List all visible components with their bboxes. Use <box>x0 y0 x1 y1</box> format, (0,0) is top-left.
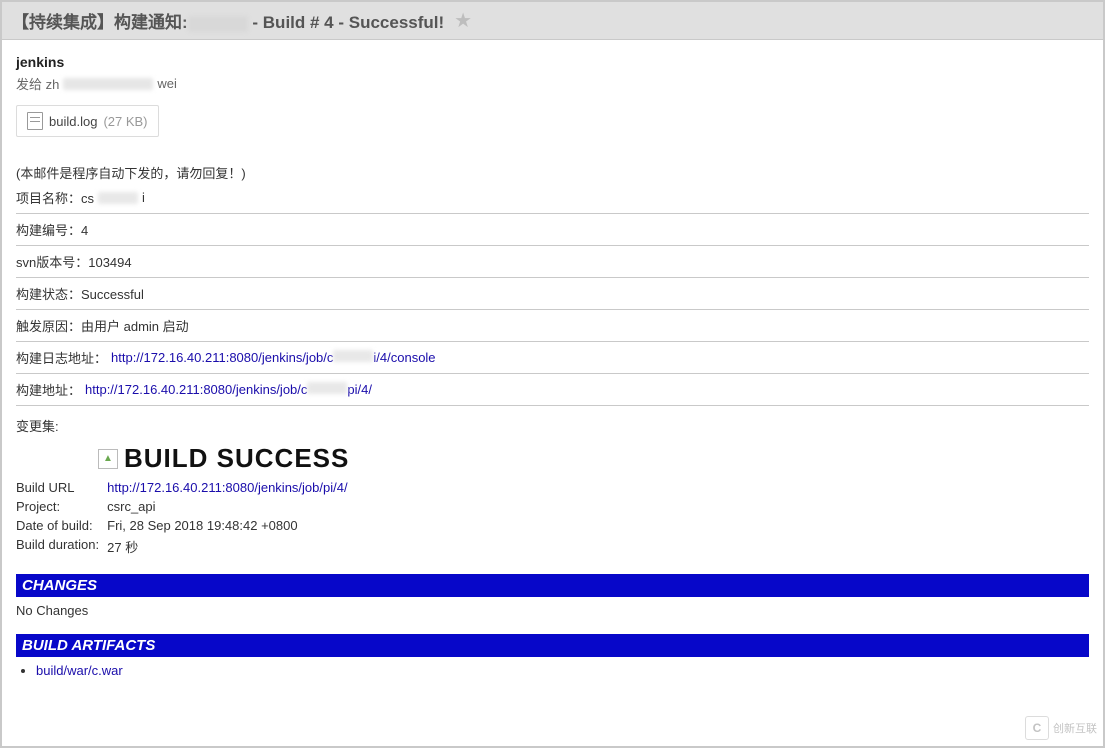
addr-url-pre: http://172.16.40.211:8080/jenkins/job/c <box>85 382 307 397</box>
table-row: Build URL http://172.16.40.211:8080/jenk… <box>16 478 356 497</box>
build-success-heading: BUILD SUCCESS <box>124 443 349 474</box>
subject-redacted <box>188 16 248 32</box>
duration-label: Build duration: <box>16 535 107 558</box>
changes-text: No Changes <box>16 597 1089 618</box>
star-icon[interactable]: ★ <box>454 8 472 33</box>
build-meta-table: Build URL http://172.16.40.211:8080/jenk… <box>16 478 356 558</box>
addr-url-redacted <box>307 382 347 394</box>
broken-image-icon: ▲ <box>98 449 118 469</box>
recipient-prefix: 发给 zh <box>16 74 59 93</box>
addr-label: 构建地址： <box>16 380 81 399</box>
build-url-post: pi/4/ <box>323 480 348 495</box>
addr-url-post: pi/4/ <box>347 382 372 397</box>
list-item: build/war/c.war <box>36 663 1089 678</box>
recipient-line: 发给 zh wei <box>16 74 1089 93</box>
watermark-logo-icon: C <box>1025 716 1049 740</box>
project-label: 项目名称：cs <box>16 188 94 207</box>
project-meta-value: csrc_api <box>107 497 355 516</box>
date-label: Date of build: <box>16 516 107 535</box>
addr-link[interactable]: http://172.16.40.211:8080/jenkins/job/c p… <box>85 382 372 397</box>
log-label: 构建日志地址： <box>16 348 107 367</box>
recipient-suffix: wei <box>157 76 177 91</box>
duration-value: 27 秒 <box>107 535 355 558</box>
build-url-label: Build URL <box>16 478 107 497</box>
email-subject: 【持续集成】构建通知: - Build # 4 - Successful! <box>12 8 444 33</box>
attachment-chip[interactable]: build.log (27 KB) <box>16 105 159 137</box>
build-url-link[interactable]: http://172.16.40.211:8080/jenkins/job/pi… <box>107 480 347 495</box>
row-status: 构建状态：Successful <box>16 278 1089 310</box>
project-redacted <box>98 192 138 204</box>
date-value: Fri, 28 Sep 2018 19:48:42 +0800 <box>107 516 355 535</box>
email-body: jenkins 发给 zh wei build.log (27 KB) (本邮件… <box>2 40 1103 678</box>
changes-banner: CHANGES <box>16 574 1089 597</box>
artifact-pre: build/war/c <box>36 663 98 678</box>
artifacts-banner: BUILD ARTIFACTS <box>16 634 1089 657</box>
watermark: C 创新互联 <box>1025 716 1097 740</box>
row-changeset: 变更集: <box>16 416 1089 435</box>
watermark-text: 创新互联 <box>1053 720 1097 736</box>
project-suffix: i <box>142 190 145 205</box>
document-icon <box>27 112 43 130</box>
email-titlebar: 【持续集成】构建通知: - Build # 4 - Successful! ★ <box>2 2 1103 40</box>
artifacts-list: build/war/c.war <box>36 663 1089 678</box>
table-row: Project: csrc_api <box>16 497 356 516</box>
artifact-link[interactable]: build/war/c.war <box>36 663 123 678</box>
row-project: 项目名称：cs i <box>16 182 1089 214</box>
log-url-pre: http://172.16.40.211:8080/jenkins/job/c <box>111 350 333 365</box>
auto-notice: (本邮件是程序自动下发的，请勿回复！) <box>16 163 1089 182</box>
row-log-url: 构建日志地址： http://172.16.40.211:8080/jenkin… <box>16 342 1089 374</box>
log-url-post: i/4/console <box>373 350 435 365</box>
row-build-no: 构建编号：4 <box>16 214 1089 246</box>
table-row: Build duration: 27 秒 <box>16 535 356 558</box>
row-build-url: 构建地址： http://172.16.40.211:8080/jenkins/… <box>16 374 1089 406</box>
subject-suffix: - Build # 4 - Successful! <box>248 13 445 32</box>
artifact-post: .war <box>98 663 123 678</box>
sender-name: jenkins <box>16 54 1089 70</box>
subject-prefix: 【持续集成】构建通知: <box>12 13 188 32</box>
attachment-name: build.log <box>49 114 97 129</box>
log-link[interactable]: http://172.16.40.211:8080/jenkins/job/c i… <box>111 350 436 365</box>
log-url-redacted <box>333 350 373 362</box>
recipient-redacted <box>63 78 153 90</box>
build-url-pre: http://172.16.40.211:8080/jenkins/job/ <box>107 480 323 495</box>
row-svn: svn版本号：103494 <box>16 246 1089 278</box>
table-row: Date of build: Fri, 28 Sep 2018 19:48:42… <box>16 516 356 535</box>
email-window: 【持续集成】构建通知: - Build # 4 - Successful! ★ … <box>0 0 1105 748</box>
attachment-size: (27 KB) <box>103 114 147 129</box>
row-cause: 触发原因：由用户 admin 启动 <box>16 310 1089 342</box>
build-success-block: ▲ BUILD SUCCESS <box>16 443 1089 474</box>
project-meta-label: Project: <box>16 497 107 516</box>
